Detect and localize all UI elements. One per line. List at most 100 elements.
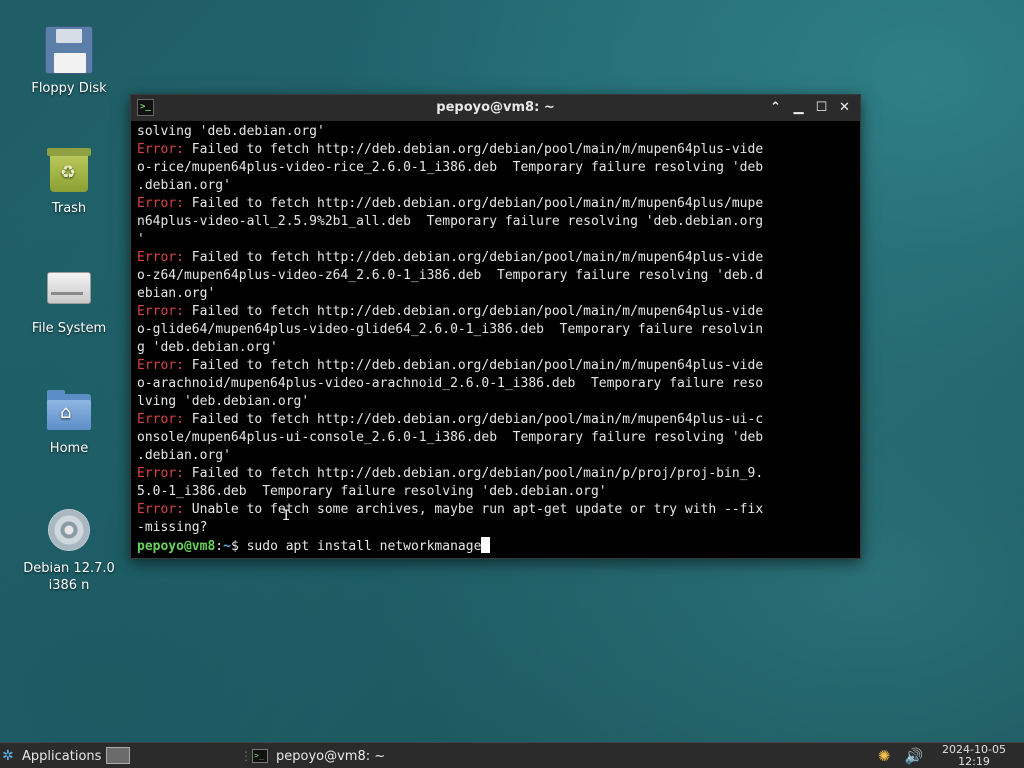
shade-button-chevron-up-icon[interactable]: ⌃ (766, 98, 785, 117)
show-desktop-button[interactable] (106, 747, 130, 764)
desktop-icon-label: Trash (51, 201, 87, 216)
applications-label: Applications (22, 748, 102, 764)
terminal-line-text: ebian.org' (137, 286, 216, 301)
terminal-line-text: o-z64/mupen64plus-video-z64_2.6.0-1_i386… (137, 268, 764, 283)
terminal-line-text: 5.0-1_i386.deb Temporary failure resolvi… (137, 484, 607, 499)
desktop-icon-label: Floppy Disk (31, 81, 107, 96)
terminal-task-icon: >_ (252, 749, 268, 763)
terminal-line-text: .debian.org' (137, 178, 231, 193)
desktop-icon-debian-disc[interactable]: Debian 12.7.0 i386 n (14, 506, 124, 594)
terminal-line-text: Failed to fetch http://deb.debian.org/de… (183, 142, 764, 157)
terminal-line: ebian.org' (137, 285, 858, 303)
terminal-line-text: -missing? (137, 520, 208, 535)
prompt-path: ~ (223, 539, 231, 554)
terminal-line: Error: Failed to fetch http://deb.debian… (137, 141, 858, 159)
terminal-line: o-z64/mupen64plus-video-z64_2.6.0-1_i386… (137, 267, 858, 285)
terminal-line: Error: Failed to fetch http://deb.debian… (137, 195, 858, 213)
taskbar: ✲ Applications ⋮⋮ >_ pepoyo@vm8: ~ ✺ 🔊 2… (0, 742, 1024, 768)
desktop-icon-trash[interactable]: ♻ Trash (14, 146, 124, 217)
terminal-line: Error: Failed to fetch http://deb.debian… (137, 465, 858, 483)
terminal-line-text: .debian.org' (137, 448, 231, 463)
terminal-line: n64plus-video-all_2.5.9%2b1_all.deb Temp… (137, 213, 858, 231)
error-prefix: Error: (137, 250, 184, 265)
terminal-line: g 'deb.debian.org' (137, 339, 858, 357)
xfce-logo-icon: ✲ (2, 748, 14, 764)
terminal-window[interactable]: >_ pepoyo@vm8: ~ ⌃ ▁ ☐ ✕ solving 'deb.de… (130, 94, 861, 559)
terminal-line-text: Failed to fetch http://deb.debian.org/de… (183, 250, 764, 265)
terminal-line-text: o-rice/mupen64plus-video-rice_2.6.0-1_i3… (137, 160, 764, 175)
terminal-line: Error: Failed to fetch http://deb.debian… (137, 411, 858, 429)
home-folder-icon: ⌂ (45, 386, 93, 434)
mouse-ibeam-cursor-icon: I (282, 508, 291, 524)
terminal-line: lving 'deb.debian.org' (137, 393, 858, 411)
desktop: Floppy Disk ♻ Trash File System ⌂ Home D… (0, 0, 1024, 742)
window-titlebar[interactable]: >_ pepoyo@vm8: ~ ⌃ ▁ ☐ ✕ (131, 95, 860, 121)
terminal-line-text: solving 'deb.debian.org' (137, 124, 325, 139)
terminal-line-text: g 'deb.debian.org' (137, 340, 278, 355)
terminal-line-text: n64plus-video-all_2.5.9%2b1_all.deb Temp… (137, 214, 764, 229)
terminal-line-text: ' (137, 232, 145, 247)
terminal-line-text: Failed to fetch http://deb.debian.org/de… (183, 196, 764, 211)
terminal-line: .debian.org' (137, 177, 858, 195)
terminal-line-text: Failed to fetch http://deb.debian.org/de… (183, 304, 764, 319)
terminal-line: -missing? (137, 519, 858, 537)
minimize-button[interactable]: ▁ (789, 98, 808, 117)
terminal-line: .debian.org' (137, 447, 858, 465)
terminal-line-text: onsole/mupen64plus-ui-console_2.6.0-1_i3… (137, 430, 764, 445)
terminal-line: Error: Failed to fetch http://deb.debian… (137, 357, 858, 375)
desktop-icon-label-line2: i386 n (48, 578, 90, 593)
terminal-line: o-arachnoid/mupen64plus-video-arachnoid_… (137, 375, 858, 393)
error-prefix: Error: (137, 304, 184, 319)
terminal-line-text: lving 'deb.debian.org' (137, 394, 310, 409)
file-system-icon (45, 266, 93, 314)
terminal-line-text: Failed to fetch http://deb.debian.org/de… (183, 466, 764, 481)
error-prefix: Error: (137, 412, 184, 427)
terminal-line: o-rice/mupen64plus-video-rice_2.6.0-1_i3… (137, 159, 858, 177)
applications-menu-button[interactable]: ✲ Applications (2, 746, 101, 766)
taskbar-task-terminal[interactable]: >_ pepoyo@vm8: ~ (248, 745, 478, 767)
terminal-prompt-line[interactable]: pepoyo@vm8:~$ sudo apt install networkma… (137, 537, 858, 556)
desktop-icon-floppy-disk[interactable]: Floppy Disk (14, 26, 124, 97)
terminal-line-text: Unable to fetch some archives, maybe run… (183, 502, 764, 517)
error-prefix: Error: (137, 142, 184, 157)
terminal-line: Error: Unable to fetch some archives, ma… (137, 501, 858, 519)
command-input: sudo apt install networkmanage (238, 539, 482, 554)
terminal-output[interactable]: solving 'deb.debian.org' Error: Failed to… (137, 123, 858, 556)
desktop-icon-file-system[interactable]: File System (14, 266, 124, 337)
desktop-icon-home[interactable]: ⌂ Home (14, 386, 124, 457)
terminal-line: 5.0-1_i386.deb Temporary failure resolvi… (137, 483, 858, 501)
error-prefix: Error: (137, 466, 184, 481)
desktop-icon-label: Home (49, 441, 89, 456)
error-prefix: Error: (137, 502, 184, 517)
terminal-line: ' (137, 231, 858, 249)
system-tray: ✺ 🔊 (874, 746, 924, 766)
terminal-line: Error: Failed to fetch http://deb.debian… (137, 249, 858, 267)
prompt-symbol: $ (230, 539, 239, 554)
software-updates-icon[interactable]: ✺ (874, 746, 894, 766)
error-prefix: Error: (137, 358, 184, 373)
terminal-line: solving 'deb.debian.org' (137, 123, 858, 141)
clock[interactable]: 2024-10-05 12:19 (934, 744, 1014, 768)
maximize-button[interactable]: ☐ (812, 98, 831, 117)
floppy-disk-icon (45, 26, 93, 74)
error-prefix: Error: (137, 196, 184, 211)
desktop-icon-label-line1: Debian 12.7.0 (23, 561, 115, 576)
terminal-line-text: o-glide64/mupen64plus-video-glide64_2.6.… (137, 322, 764, 337)
terminal-line-text: o-arachnoid/mupen64plus-video-arachnoid_… (137, 376, 764, 391)
window-title: pepoyo@vm8: ~ (436, 100, 555, 115)
terminal-line-text: Failed to fetch http://deb.debian.org/de… (183, 412, 764, 427)
close-button[interactable]: ✕ (835, 98, 854, 117)
prompt-user-host: pepoyo@vm8 (137, 539, 216, 554)
terminal-line-text: Failed to fetch http://deb.debian.org/de… (183, 358, 764, 373)
terminal-line: Error: Failed to fetch http://deb.debian… (137, 303, 858, 321)
terminal-line: o-glide64/mupen64plus-video-glide64_2.6.… (137, 321, 858, 339)
optical-disc-icon (45, 506, 93, 554)
desktop-icon-label: File System (31, 321, 107, 336)
prompt-separator: : (215, 539, 224, 554)
trash-icon: ♻ (47, 146, 91, 194)
text-cursor (481, 537, 491, 553)
taskbar-task-label: pepoyo@vm8: ~ (276, 748, 386, 764)
clock-time: 12:19 (958, 755, 990, 768)
volume-icon[interactable]: 🔊 (904, 746, 924, 766)
terminal-line: onsole/mupen64plus-ui-console_2.6.0-1_i3… (137, 429, 858, 447)
